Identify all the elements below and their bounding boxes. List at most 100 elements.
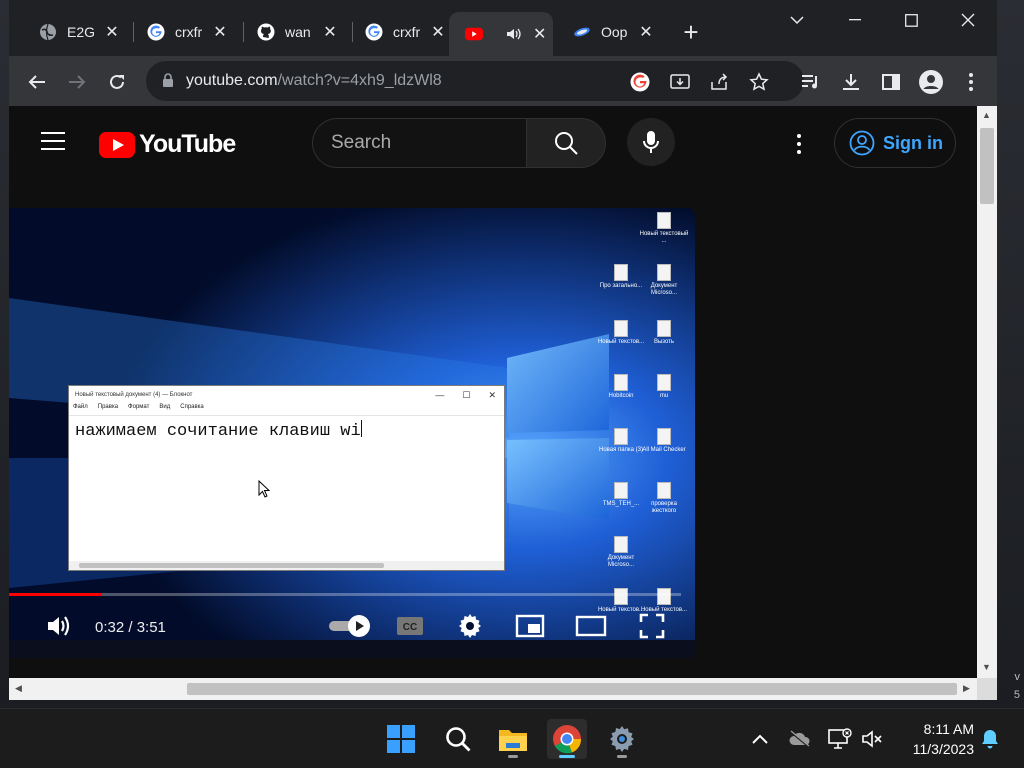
horizontal-scrollbar[interactable]: ◀ ▶ xyxy=(9,678,977,700)
search-input[interactable] xyxy=(331,132,511,154)
browser-window: E2G ✕ crxfr ✕ wan ✕ crxfr ✕ ✕ Oop ✕ + yo… xyxy=(9,0,997,700)
tab-e2g[interactable]: E2G ✕ xyxy=(23,12,131,52)
video-progress-bar[interactable] xyxy=(9,593,681,596)
subtitles-button[interactable]: CC xyxy=(395,611,425,641)
desktop-icon: mu xyxy=(639,374,689,400)
desktop-icon: Документ Microso... xyxy=(596,536,646,569)
settings-taskbar-button[interactable] xyxy=(602,719,642,759)
github-icon xyxy=(257,23,275,41)
close-tab-icon[interactable]: ✕ xyxy=(637,23,655,41)
share-icon[interactable] xyxy=(708,71,730,93)
horizontal-scroll-thumb[interactable] xyxy=(187,683,957,695)
chrome-menu-icon[interactable] xyxy=(957,68,985,96)
notepad-text: нажимаем сочитание клавиш wi xyxy=(75,420,362,441)
windows-taskbar: 8:11 AM 11/3/2023 xyxy=(0,708,1024,768)
lock-icon[interactable] xyxy=(162,73,178,89)
network-status-icon[interactable] xyxy=(828,727,852,751)
close-tab-icon[interactable]: ✕ xyxy=(211,23,229,41)
tab-oop[interactable]: Oop ✕ xyxy=(557,12,665,52)
search-button[interactable] xyxy=(526,118,606,168)
tab-strip: E2G ✕ crxfr ✕ wan ✕ crxfr ✕ ✕ Oop ✕ + xyxy=(9,0,997,56)
bookmark-star-icon[interactable] xyxy=(748,71,770,93)
scroll-right-icon[interactable]: ▶ xyxy=(963,683,970,694)
microphone-icon xyxy=(643,131,659,153)
close-tab-icon[interactable]: ✕ xyxy=(533,25,546,43)
scroll-up-icon[interactable]: ▲ xyxy=(982,110,991,120)
windows-start-icon xyxy=(387,725,415,753)
tab-github[interactable]: wan ✕ xyxy=(241,12,349,52)
close-icon: ✕ xyxy=(488,389,496,400)
start-button[interactable] xyxy=(381,719,421,759)
theater-icon xyxy=(575,615,607,637)
browser-toolbar: youtube.com/watch?v=4xh9_ldzWl8 xyxy=(9,56,997,106)
taskbar-clock[interactable]: 8:11 AM 11/3/2023 xyxy=(898,719,974,759)
close-window-button[interactable] xyxy=(948,8,988,32)
address-bar[interactable]: youtube.com/watch?v=4xh9_ldzWl8 xyxy=(146,61,804,101)
fullscreen-button[interactable] xyxy=(637,611,667,641)
cc-icon: CC xyxy=(397,617,423,635)
google-icon xyxy=(147,23,165,41)
youtube-play-logo-icon xyxy=(99,131,135,158)
edge-icon xyxy=(573,23,591,41)
volume-button[interactable] xyxy=(43,611,75,641)
hamburger-menu-icon[interactable] xyxy=(41,132,65,152)
side-panel-icon[interactable] xyxy=(877,68,905,96)
file-explorer-button[interactable] xyxy=(493,719,533,759)
speaker-icon[interactable] xyxy=(505,25,523,43)
minimize-button[interactable] xyxy=(835,8,875,32)
desktop-edge-text: v 5 xyxy=(1013,671,1020,701)
search-icon xyxy=(446,727,471,752)
miniplayer-icon xyxy=(515,614,545,638)
new-tab-button[interactable]: + xyxy=(679,19,703,45)
autoplay-toggle[interactable] xyxy=(325,611,373,641)
back-button[interactable] xyxy=(23,68,51,96)
reload-button[interactable] xyxy=(103,68,131,96)
time-display: 0:32 / 3:51 xyxy=(95,619,166,636)
volume-muted-icon[interactable] xyxy=(860,727,884,751)
gear-icon xyxy=(459,614,481,638)
notepad-titlebar: Новый текстовый документ (4) — Блокнот —… xyxy=(69,386,504,404)
downloads-icon[interactable] xyxy=(837,68,865,96)
close-tab-icon[interactable]: ✕ xyxy=(321,23,339,41)
youtube-page: YouTube Sign in xyxy=(9,106,977,678)
notepad-window: Новый текстовый документ (4) — Блокнот —… xyxy=(68,385,505,571)
chrome-taskbar-button[interactable] xyxy=(547,719,587,759)
theater-mode-button[interactable] xyxy=(575,611,607,641)
media-control-icon[interactable] xyxy=(797,68,825,96)
maximize-button[interactable] xyxy=(891,8,931,32)
volume-icon xyxy=(48,616,70,636)
video-player[interactable]: Новый текстовый ... Про загально... Доку… xyxy=(9,208,695,658)
install-app-icon[interactable] xyxy=(669,71,691,93)
tab-crxfr-2[interactable]: crxfr ✕ xyxy=(349,12,457,52)
text-caret xyxy=(360,420,362,437)
taskbar-search-button[interactable] xyxy=(438,719,478,759)
voice-search-button[interactable] xyxy=(627,118,675,166)
google-lens-icon[interactable] xyxy=(629,71,651,93)
settings-gear-icon xyxy=(610,726,634,752)
vertical-scroll-thumb[interactable] xyxy=(980,128,994,204)
show-hidden-icons-chevron-icon[interactable] xyxy=(748,727,772,751)
forward-button[interactable] xyxy=(63,68,91,96)
account-circle-icon xyxy=(849,130,875,156)
scroll-left-icon[interactable]: ◀ xyxy=(15,683,22,694)
chrome-icon xyxy=(553,725,582,754)
close-tab-icon[interactable]: ✕ xyxy=(103,23,121,41)
maximize-icon: ☐ xyxy=(462,389,471,400)
miniplayer-button[interactable] xyxy=(515,611,545,641)
settings-more-icon[interactable] xyxy=(787,130,811,158)
notification-bell-icon[interactable] xyxy=(978,727,1002,751)
google-icon xyxy=(365,23,383,41)
close-tab-icon[interactable]: ✕ xyxy=(429,23,447,41)
tab-youtube-active[interactable]: ✕ xyxy=(449,12,553,56)
svg-text:CC: CC xyxy=(403,622,417,633)
sign-in-button[interactable]: Sign in xyxy=(834,118,956,168)
onedrive-offline-icon[interactable] xyxy=(788,727,812,751)
vertical-scrollbar[interactable]: ▲ ▼ xyxy=(977,106,997,678)
tab-search-chevron-icon[interactable] xyxy=(777,8,817,32)
scroll-down-icon[interactable]: ▼ xyxy=(982,662,991,672)
settings-button[interactable] xyxy=(455,611,485,641)
profile-avatar-icon[interactable] xyxy=(917,68,945,96)
desktop-icon: Вызоть xyxy=(639,320,689,346)
youtube-logo[interactable]: YouTube xyxy=(99,130,236,159)
tab-crxfr-1[interactable]: crxfr ✕ xyxy=(131,12,239,52)
